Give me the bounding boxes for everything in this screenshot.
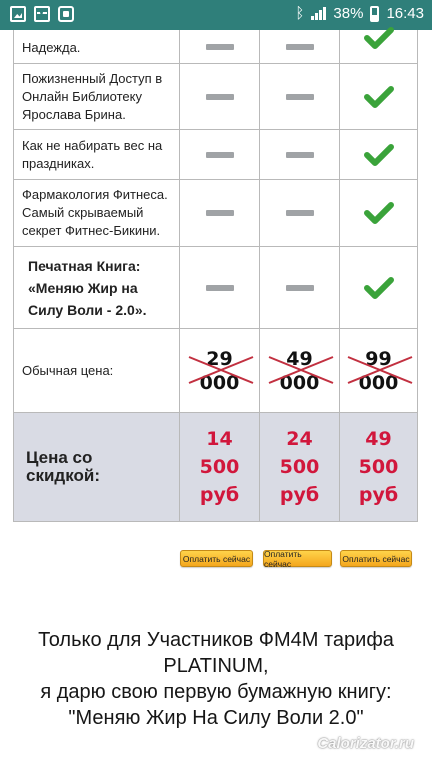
plan-2-cell <box>260 30 340 63</box>
plan-3-cell: 99 000 <box>340 329 417 412</box>
plan-2-cell: 49 000 <box>260 329 340 412</box>
dash-icon <box>285 151 314 158</box>
plan-3-cell <box>340 26 417 63</box>
plan-1-cell: 14 500 руб <box>180 413 260 521</box>
clock: 16:43 <box>386 5 424 22</box>
discount-price: 14 500 руб <box>199 428 240 506</box>
watermark: Calorizator.ru <box>317 735 414 752</box>
strike-cross-icon <box>268 355 333 384</box>
photo-icon <box>10 6 26 22</box>
plan-3-cell <box>340 247 417 328</box>
regular-price-label: Обычная цена: <box>14 329 180 412</box>
table-row: Печатная Книга: «Меняю Жир на Силу Воли … <box>14 247 417 329</box>
table-row: Пожизненный Доступ в Онлайн Библиотеку Я… <box>14 64 417 130</box>
plan-1-cell <box>180 247 260 328</box>
check-icon <box>363 202 394 224</box>
promo-line: Только для Участников ФМ4М тарифа <box>38 629 394 651</box>
plan-3-cell <box>340 64 417 129</box>
dash-icon <box>205 93 234 100</box>
feature-label: Надежда. <box>14 30 180 63</box>
check-icon <box>363 276 394 299</box>
table-row: Надежда. <box>14 26 417 64</box>
promo-line: я дарю свою первую бумажную книгу: <box>40 681 392 703</box>
pay-now-button-2[interactable]: Оплатить сейчас <box>263 549 332 569</box>
plan-1-cell: 29 000 <box>180 329 260 412</box>
regular-price: 49 000 <box>268 347 333 395</box>
pulse-icon <box>34 6 50 22</box>
feature-label: Фармакология Фитнеса. Самый скрываемый с… <box>14 180 180 246</box>
battery-percent: 38% <box>333 5 364 22</box>
bluetooth-icon: ᛒ <box>295 5 305 22</box>
discount-price: 24 500 руб <box>279 428 320 506</box>
dash-icon <box>285 210 314 216</box>
check-icon <box>363 26 394 49</box>
comparison-table: Надежда. Пожизненный Доступ в Онлайн Биб… <box>13 26 418 522</box>
plan-1-cell <box>180 180 260 246</box>
plan-2-cell <box>260 130 340 179</box>
plan-3-cell <box>340 180 417 246</box>
plan-1-cell <box>180 130 260 179</box>
battery-icon <box>370 5 380 22</box>
pay-now-button-1[interactable]: Оплатить сейчас <box>180 550 253 567</box>
signal-icon <box>311 7 327 20</box>
regular-price-row: Обычная цена: 29 000 49 000 99 000 <box>14 329 417 413</box>
strike-cross-icon <box>188 355 253 384</box>
dash-icon <box>205 151 234 158</box>
plan-1-cell <box>180 30 260 63</box>
lock-icon <box>58 6 74 22</box>
promo-line: "Меняю Жир На Силу Воли 2.0" <box>68 707 364 729</box>
plan-3-cell <box>340 130 417 179</box>
promo-text: Только для Участников ФМ4М тарифа PLATIN… <box>0 627 432 731</box>
plan-1-cell <box>180 64 260 129</box>
feature-label: Пожизненный Доступ в Онлайн Библиотеку Я… <box>14 64 180 129</box>
plan-2-cell <box>260 247 340 328</box>
discount-price: 49 500 руб <box>358 428 399 506</box>
table-row: Фармакология Фитнеса. Самый скрываемый с… <box>14 180 417 247</box>
discount-price-row: Цена со скидкой: 14 500 руб 24 500 руб 4… <box>14 413 417 522</box>
pay-now-button-3[interactable]: Оплатить сейчас <box>340 550 412 567</box>
dash-icon <box>285 93 314 100</box>
plan-2-cell <box>260 64 340 129</box>
plan-3-cell: 49 500 руб <box>340 413 417 521</box>
dash-icon <box>285 43 314 50</box>
strike-cross-icon <box>347 355 412 384</box>
dash-icon <box>205 43 234 50</box>
feature-label: Печатная Книга: «Меняю Жир на Силу Воли … <box>14 247 180 328</box>
plan-2-cell: 24 500 руб <box>260 413 340 521</box>
dash-icon <box>285 284 314 291</box>
discount-price-label: Цена со скидкой: <box>14 413 180 521</box>
table-row: Как не набирать вес на праздниках. <box>14 130 417 180</box>
promo-line: PLATINUM, <box>163 655 269 677</box>
regular-price: 99 000 <box>347 347 412 395</box>
dash-icon <box>205 210 234 216</box>
dash-icon <box>205 284 234 291</box>
check-icon <box>363 85 394 108</box>
plan-2-cell <box>260 180 340 246</box>
check-icon <box>363 143 394 166</box>
feature-label: Как не набирать вес на праздниках. <box>14 130 180 179</box>
regular-price: 29 000 <box>188 347 253 395</box>
